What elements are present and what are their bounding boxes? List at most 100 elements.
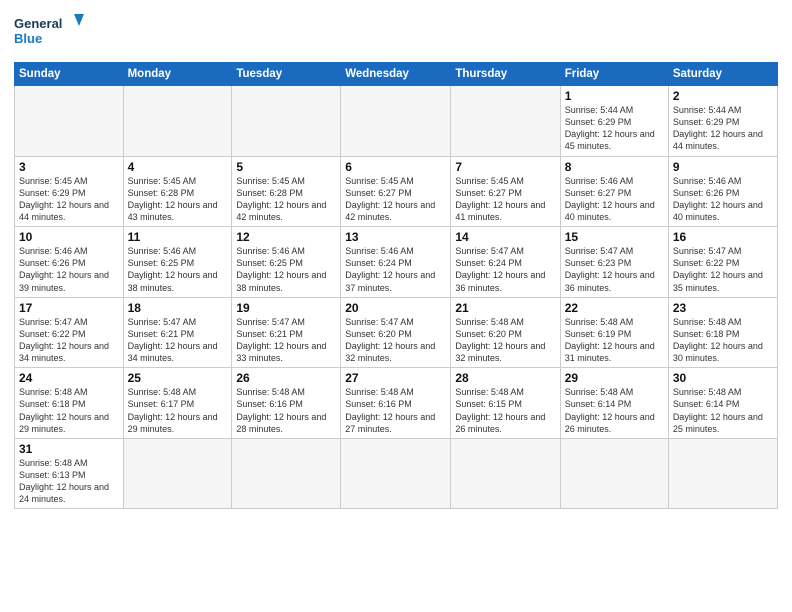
day-info: Sunrise: 5:47 AM Sunset: 6:21 PM Dayligh… [128,316,228,365]
weekday-thursday: Thursday [451,63,560,86]
calendar-cell [123,86,232,157]
day-number: 18 [128,301,228,315]
calendar-cell: 12Sunrise: 5:46 AM Sunset: 6:25 PM Dayli… [232,227,341,298]
day-info: Sunrise: 5:48 AM Sunset: 6:19 PM Dayligh… [565,316,664,365]
day-info: Sunrise: 5:45 AM Sunset: 6:27 PM Dayligh… [345,175,446,224]
day-info: Sunrise: 5:48 AM Sunset: 6:17 PM Dayligh… [128,386,228,435]
day-info: Sunrise: 5:48 AM Sunset: 6:18 PM Dayligh… [673,316,773,365]
day-info: Sunrise: 5:47 AM Sunset: 6:24 PM Dayligh… [455,245,555,294]
calendar-cell [123,438,232,509]
calendar-cell: 13Sunrise: 5:46 AM Sunset: 6:24 PM Dayli… [341,227,451,298]
calendar-cell [451,86,560,157]
calendar-cell: 3Sunrise: 5:45 AM Sunset: 6:29 PM Daylig… [15,156,124,227]
day-number: 14 [455,230,555,244]
day-number: 11 [128,230,228,244]
day-number: 17 [19,301,119,315]
day-info: Sunrise: 5:46 AM Sunset: 6:25 PM Dayligh… [236,245,336,294]
day-number: 10 [19,230,119,244]
day-info: Sunrise: 5:47 AM Sunset: 6:22 PM Dayligh… [673,245,773,294]
svg-text:General: General [14,16,62,31]
calendar-cell: 30Sunrise: 5:48 AM Sunset: 6:14 PM Dayli… [668,368,777,439]
calendar-cell: 21Sunrise: 5:48 AM Sunset: 6:20 PM Dayli… [451,297,560,368]
day-number: 25 [128,371,228,385]
day-info: Sunrise: 5:46 AM Sunset: 6:25 PM Dayligh… [128,245,228,294]
calendar-cell [668,438,777,509]
day-number: 27 [345,371,446,385]
day-info: Sunrise: 5:46 AM Sunset: 6:26 PM Dayligh… [673,175,773,224]
day-number: 5 [236,160,336,174]
day-info: Sunrise: 5:48 AM Sunset: 6:16 PM Dayligh… [236,386,336,435]
calendar-cell [451,438,560,509]
calendar-cell: 2Sunrise: 5:44 AM Sunset: 6:29 PM Daylig… [668,86,777,157]
day-number: 6 [345,160,446,174]
calendar-cell: 24Sunrise: 5:48 AM Sunset: 6:18 PM Dayli… [15,368,124,439]
day-number: 19 [236,301,336,315]
day-info: Sunrise: 5:45 AM Sunset: 6:29 PM Dayligh… [19,175,119,224]
day-info: Sunrise: 5:47 AM Sunset: 6:22 PM Dayligh… [19,316,119,365]
logo: General Blue [14,10,84,54]
svg-text:Blue: Blue [14,31,42,46]
calendar-cell [341,86,451,157]
day-info: Sunrise: 5:48 AM Sunset: 6:14 PM Dayligh… [565,386,664,435]
calendar-cell: 19Sunrise: 5:47 AM Sunset: 6:21 PM Dayli… [232,297,341,368]
day-number: 8 [565,160,664,174]
logo-svg: General Blue [14,10,84,54]
weekday-friday: Friday [560,63,668,86]
week-row: 10Sunrise: 5:46 AM Sunset: 6:26 PM Dayli… [15,227,778,298]
weekday-saturday: Saturday [668,63,777,86]
day-info: Sunrise: 5:48 AM Sunset: 6:16 PM Dayligh… [345,386,446,435]
weekday-sunday: Sunday [15,63,124,86]
day-info: Sunrise: 5:47 AM Sunset: 6:20 PM Dayligh… [345,316,446,365]
weekday-tuesday: Tuesday [232,63,341,86]
calendar-cell: 8Sunrise: 5:46 AM Sunset: 6:27 PM Daylig… [560,156,668,227]
day-number: 30 [673,371,773,385]
calendar-cell: 9Sunrise: 5:46 AM Sunset: 6:26 PM Daylig… [668,156,777,227]
calendar-cell: 1Sunrise: 5:44 AM Sunset: 6:29 PM Daylig… [560,86,668,157]
day-number: 3 [19,160,119,174]
calendar-cell: 31Sunrise: 5:48 AM Sunset: 6:13 PM Dayli… [15,438,124,509]
calendar-cell: 26Sunrise: 5:48 AM Sunset: 6:16 PM Dayli… [232,368,341,439]
calendar-cell: 14Sunrise: 5:47 AM Sunset: 6:24 PM Dayli… [451,227,560,298]
day-number: 7 [455,160,555,174]
day-info: Sunrise: 5:48 AM Sunset: 6:15 PM Dayligh… [455,386,555,435]
week-row: 31Sunrise: 5:48 AM Sunset: 6:13 PM Dayli… [15,438,778,509]
calendar-cell [341,438,451,509]
calendar-cell [15,86,124,157]
day-number: 26 [236,371,336,385]
calendar-cell: 10Sunrise: 5:46 AM Sunset: 6:26 PM Dayli… [15,227,124,298]
calendar-cell [232,438,341,509]
day-info: Sunrise: 5:44 AM Sunset: 6:29 PM Dayligh… [673,104,773,153]
week-row: 17Sunrise: 5:47 AM Sunset: 6:22 PM Dayli… [15,297,778,368]
day-info: Sunrise: 5:45 AM Sunset: 6:28 PM Dayligh… [236,175,336,224]
calendar-cell: 20Sunrise: 5:47 AM Sunset: 6:20 PM Dayli… [341,297,451,368]
header: General Blue [14,10,778,54]
calendar-cell: 25Sunrise: 5:48 AM Sunset: 6:17 PM Dayli… [123,368,232,439]
calendar-cell: 6Sunrise: 5:45 AM Sunset: 6:27 PM Daylig… [341,156,451,227]
day-number: 23 [673,301,773,315]
calendar-cell: 11Sunrise: 5:46 AM Sunset: 6:25 PM Dayli… [123,227,232,298]
day-info: Sunrise: 5:45 AM Sunset: 6:28 PM Dayligh… [128,175,228,224]
day-number: 4 [128,160,228,174]
calendar-cell: 23Sunrise: 5:48 AM Sunset: 6:18 PM Dayli… [668,297,777,368]
day-number: 15 [565,230,664,244]
calendar-cell [232,86,341,157]
day-number: 20 [345,301,446,315]
day-info: Sunrise: 5:46 AM Sunset: 6:24 PM Dayligh… [345,245,446,294]
day-info: Sunrise: 5:47 AM Sunset: 6:21 PM Dayligh… [236,316,336,365]
calendar-cell: 5Sunrise: 5:45 AM Sunset: 6:28 PM Daylig… [232,156,341,227]
day-info: Sunrise: 5:48 AM Sunset: 6:18 PM Dayligh… [19,386,119,435]
day-number: 22 [565,301,664,315]
day-info: Sunrise: 5:45 AM Sunset: 6:27 PM Dayligh… [455,175,555,224]
day-info: Sunrise: 5:48 AM Sunset: 6:13 PM Dayligh… [19,457,119,506]
day-number: 1 [565,89,664,103]
calendar: SundayMondayTuesdayWednesdayThursdayFrid… [14,62,778,509]
calendar-cell: 27Sunrise: 5:48 AM Sunset: 6:16 PM Dayli… [341,368,451,439]
day-number: 31 [19,442,119,456]
day-info: Sunrise: 5:46 AM Sunset: 6:27 PM Dayligh… [565,175,664,224]
day-info: Sunrise: 5:48 AM Sunset: 6:20 PM Dayligh… [455,316,555,365]
calendar-cell: 16Sunrise: 5:47 AM Sunset: 6:22 PM Dayli… [668,227,777,298]
day-info: Sunrise: 5:48 AM Sunset: 6:14 PM Dayligh… [673,386,773,435]
calendar-cell [560,438,668,509]
day-number: 29 [565,371,664,385]
calendar-cell: 4Sunrise: 5:45 AM Sunset: 6:28 PM Daylig… [123,156,232,227]
